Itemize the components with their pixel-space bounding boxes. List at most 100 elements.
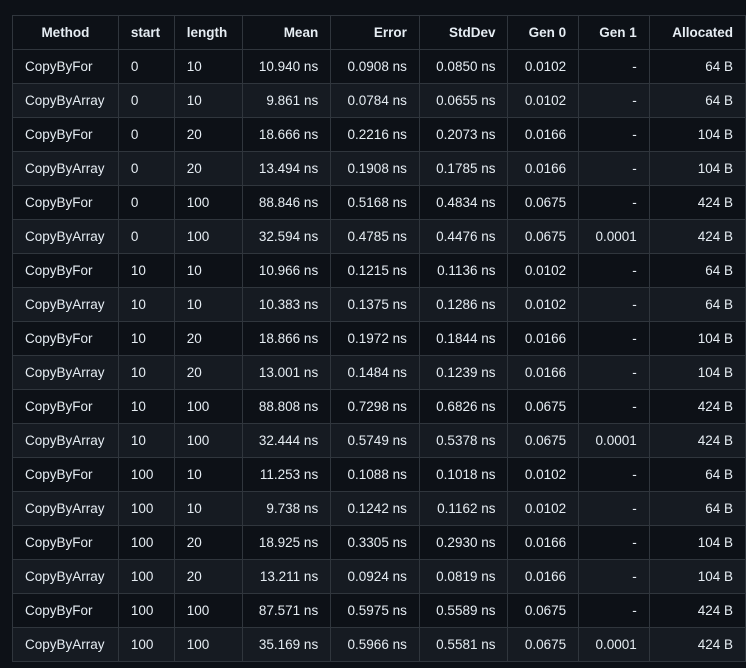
table-row: CopyByFor 0 20 18.666 ns 0.2216 ns 0.2073 ns 0… xyxy=(12,117,746,152)
cell-mean: 18.666 ns xyxy=(241,117,332,152)
cell-allocated: 424 B xyxy=(648,627,746,662)
cell-length: 20 xyxy=(173,151,243,186)
cell-error: 0.1215 ns xyxy=(330,253,420,288)
cell-allocated: 64 B xyxy=(648,83,746,118)
cell-gen0: 0.0102 xyxy=(507,287,580,322)
cell-stddev: 0.4834 ns xyxy=(418,185,509,220)
cell-start: 100 xyxy=(117,457,175,492)
cell-error: 0.0924 ns xyxy=(330,559,420,594)
cell-mean: 9.861 ns xyxy=(241,83,332,118)
cell-error: 0.5168 ns xyxy=(330,185,420,220)
cell-stddev: 0.5581 ns xyxy=(418,627,509,662)
cell-length: 100 xyxy=(173,389,243,424)
cell-gen0: 0.0166 xyxy=(507,559,580,594)
cell-gen1: - xyxy=(578,457,650,492)
cell-start: 0 xyxy=(117,219,175,254)
cell-mean: 18.866 ns xyxy=(241,321,332,356)
cell-error: 0.1908 ns xyxy=(330,151,420,186)
cell-gen0: 0.0102 xyxy=(507,49,580,84)
header-gen1: Gen 1 xyxy=(578,15,650,50)
header-mean: Mean xyxy=(241,15,332,50)
cell-allocated: 424 B xyxy=(648,389,746,424)
cell-length: 100 xyxy=(173,627,243,662)
cell-stddev: 0.5589 ns xyxy=(418,593,509,628)
cell-stddev: 0.0850 ns xyxy=(418,49,509,84)
cell-gen0: 0.0675 xyxy=(507,185,580,220)
cell-start: 0 xyxy=(117,49,175,84)
cell-gen1: 0.0001 xyxy=(578,627,650,662)
cell-start: 100 xyxy=(117,593,175,628)
cell-mean: 32.444 ns xyxy=(241,423,332,458)
cell-allocated: 104 B xyxy=(648,117,746,152)
cell-gen0: 0.0102 xyxy=(507,457,580,492)
cell-stddev: 0.1239 ns xyxy=(418,355,509,390)
cell-mean: 87.571 ns xyxy=(241,593,332,628)
header-error: Error xyxy=(330,15,420,50)
table-row: CopyByArray 100 10 9.738 ns 0.1242 ns 0.1162 … xyxy=(12,491,746,526)
cell-start: 10 xyxy=(117,423,175,458)
cell-method: CopyByFor xyxy=(12,389,119,424)
cell-stddev: 0.2073 ns xyxy=(418,117,509,152)
cell-stddev: 0.0655 ns xyxy=(418,83,509,118)
header-row: Method start length Mean Error StdDev Ge… xyxy=(12,15,746,50)
cell-error: 0.1242 ns xyxy=(330,491,420,526)
cell-allocated: 104 B xyxy=(648,151,746,186)
cell-start: 100 xyxy=(117,491,175,526)
cell-start: 10 xyxy=(117,253,175,288)
benchmark-results-table: Method start length Mean Error StdDev Ge… xyxy=(12,15,746,662)
cell-allocated: 64 B xyxy=(648,457,746,492)
cell-gen0: 0.0675 xyxy=(507,389,580,424)
cell-gen1: - xyxy=(578,49,650,84)
cell-gen0: 0.0166 xyxy=(507,525,580,560)
cell-method: CopyByArray xyxy=(12,287,119,322)
cell-start: 0 xyxy=(117,185,175,220)
header-stddev: StdDev xyxy=(418,15,509,50)
cell-stddev: 0.2930 ns xyxy=(418,525,509,560)
cell-method: CopyByArray xyxy=(12,83,119,118)
cell-allocated: 104 B xyxy=(648,559,746,594)
table-row: CopyByArray 0 10 9.861 ns 0.0784 ns 0.0655 ns… xyxy=(12,83,746,118)
cell-start: 0 xyxy=(117,117,175,152)
cell-mean: 13.211 ns xyxy=(241,559,332,594)
cell-length: 100 xyxy=(173,185,243,220)
cell-mean: 18.925 ns xyxy=(241,525,332,560)
cell-mean: 9.738 ns xyxy=(241,491,332,526)
cell-length: 10 xyxy=(173,49,243,84)
table-row: CopyByFor 10 100 88.808 ns 0.7298 ns 0.6826 n… xyxy=(12,389,746,424)
cell-stddev: 0.1018 ns xyxy=(418,457,509,492)
cell-allocated: 64 B xyxy=(648,253,746,288)
cell-length: 10 xyxy=(173,457,243,492)
table-row: CopyByFor 0 10 10.940 ns 0.0908 ns 0.0850 ns 0… xyxy=(12,49,746,84)
cell-gen1: - xyxy=(578,151,650,186)
cell-error: 0.4785 ns xyxy=(330,219,420,254)
cell-mean: 10.383 ns xyxy=(241,287,332,322)
cell-start: 100 xyxy=(117,525,175,560)
cell-length: 100 xyxy=(173,593,243,628)
cell-stddev: 0.6826 ns xyxy=(418,389,509,424)
cell-length: 20 xyxy=(173,321,243,356)
table-row: CopyByFor 100 100 87.571 ns 0.5975 ns 0.5589 … xyxy=(12,593,746,628)
cell-method: CopyByFor xyxy=(12,49,119,84)
cell-allocated: 64 B xyxy=(648,49,746,84)
cell-gen1: - xyxy=(578,525,650,560)
cell-allocated: 104 B xyxy=(648,355,746,390)
table-row: CopyByArray 100 100 35.169 ns 0.5966 ns 0.558… xyxy=(12,627,746,662)
table-row: CopyByArray 0 100 32.594 ns 0.4785 ns 0.4476 … xyxy=(12,219,746,254)
cell-length: 10 xyxy=(173,83,243,118)
cell-gen1: - xyxy=(578,491,650,526)
cell-mean: 35.169 ns xyxy=(241,627,332,662)
cell-length: 20 xyxy=(173,117,243,152)
cell-method: CopyByArray xyxy=(12,423,119,458)
cell-gen0: 0.0102 xyxy=(507,491,580,526)
table-row: CopyByFor 10 10 10.966 ns 0.1215 ns 0.1136 ns… xyxy=(12,253,746,288)
cell-error: 0.5749 ns xyxy=(330,423,420,458)
cell-gen0: 0.0675 xyxy=(507,219,580,254)
cell-gen1: 0.0001 xyxy=(578,219,650,254)
cell-method: CopyByFor xyxy=(12,457,119,492)
cell-gen1: - xyxy=(578,117,650,152)
cell-length: 10 xyxy=(173,287,243,322)
cell-gen0: 0.0675 xyxy=(507,593,580,628)
cell-length: 100 xyxy=(173,219,243,254)
cell-error: 0.1484 ns xyxy=(330,355,420,390)
cell-stddev: 0.1785 ns xyxy=(418,151,509,186)
